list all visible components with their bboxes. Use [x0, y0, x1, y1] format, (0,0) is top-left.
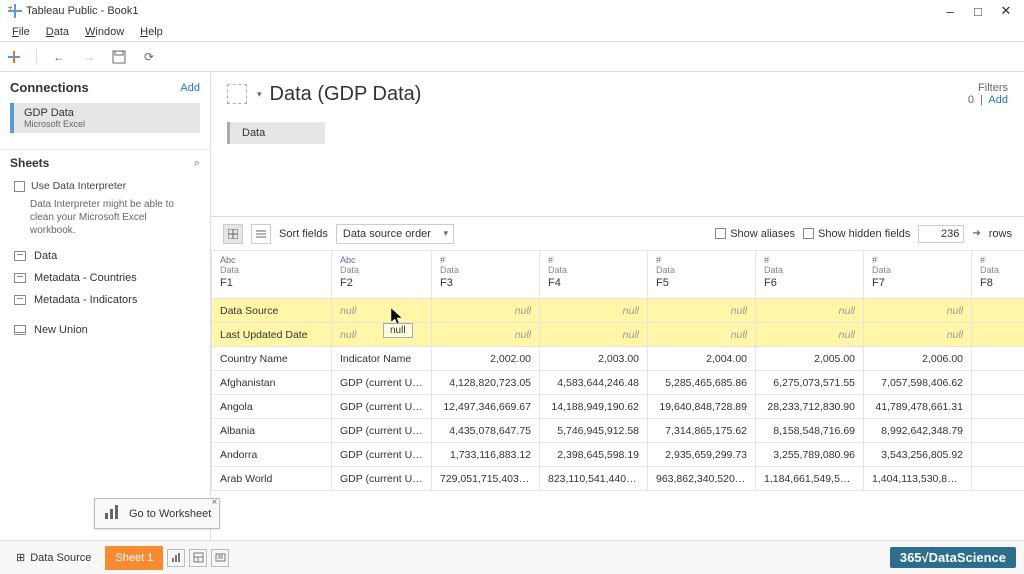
table-row[interactable]: AndorraGDP (current US$)1,733,116,883.12…	[212, 443, 1024, 467]
data-grid[interactable]: AbcDataF1AbcDataF2#DataF3#DataF4#DataF5#…	[211, 250, 1024, 540]
use-interpreter-checkbox[interactable]	[14, 181, 25, 192]
refresh-icon[interactable]: ⟳	[141, 49, 157, 65]
sheets-label: Sheets	[10, 156, 49, 170]
maximize-button[interactable]: □	[964, 4, 992, 19]
sort-order-select[interactable]: Data source order	[336, 224, 454, 244]
table-row[interactable]: AlbaniaGDP (current US$)4,435,078,647.75…	[212, 419, 1024, 443]
toolbar: ← → ⟳	[0, 42, 1024, 72]
rows-label: rows	[989, 228, 1012, 240]
union-icon	[14, 325, 26, 335]
go-to-worksheet-callout[interactable]: Go to Worksheet ×	[94, 498, 220, 529]
minimize-button[interactable]: –	[936, 4, 964, 19]
list-view-button[interactable]	[251, 224, 271, 244]
filters-count: 0	[968, 94, 974, 106]
watermark: 365√DataScience	[890, 547, 1016, 568]
show-aliases-checkbox[interactable]	[715, 228, 726, 239]
column-header-f1[interactable]: AbcDataF1	[212, 251, 332, 299]
connections-label: Connections	[10, 80, 89, 95]
bottom-tabs: ⊞Data Source Sheet 1	[0, 540, 1024, 574]
show-aliases-label: Show aliases	[730, 228, 795, 240]
column-header-f4[interactable]: #DataF4	[540, 251, 648, 299]
forward-icon[interactable]: →	[81, 49, 97, 65]
column-header-f3[interactable]: #DataF3	[432, 251, 540, 299]
interpreter-desc: Data Interpreter might be able to clean …	[0, 196, 210, 245]
show-hidden-checkbox[interactable]	[803, 228, 814, 239]
go-to-worksheet-label: Go to Worksheet	[129, 508, 211, 520]
add-connection-button[interactable]: Add	[180, 82, 200, 94]
add-filter-button[interactable]: Add	[988, 94, 1008, 106]
table-row[interactable]: Country NameIndicator Name2,002.002,003.…	[212, 347, 1024, 371]
data-table-pill[interactable]: Data	[227, 122, 325, 144]
search-sheets-icon[interactable]: ⌕	[194, 157, 200, 170]
save-icon[interactable]	[111, 49, 127, 65]
column-header-f2[interactable]: AbcDataF2	[332, 251, 432, 299]
app-logo-icon	[8, 4, 22, 18]
filters-panel: Filters 0 | Add	[968, 82, 1008, 106]
new-worksheet-button[interactable]	[167, 549, 185, 567]
table-row[interactable]: Arab WorldGDP (current US$)729,051,715,4…	[212, 467, 1024, 491]
new-dashboard-button[interactable]	[189, 549, 207, 567]
caret-icon[interactable]: ▾	[257, 89, 262, 100]
sheet-item-data[interactable]: Data	[0, 245, 210, 267]
sheet-icon	[14, 273, 26, 283]
menu-data[interactable]: Data	[38, 26, 77, 38]
sidebar: Connections Add GDP Data Microsoft Excel…	[0, 72, 211, 540]
column-header-f7[interactable]: #DataF7	[864, 251, 972, 299]
sheet-item-countries[interactable]: Metadata - Countries	[0, 267, 210, 289]
sheet-item-indicators[interactable]: Metadata - Indicators	[0, 289, 210, 311]
grid-toolbar: Sort fields Data source order Show alias…	[211, 216, 1024, 250]
menu-bar: File Data Window Help	[0, 22, 1024, 42]
tableau-icon[interactable]	[6, 49, 22, 65]
sheet-icon	[14, 295, 26, 305]
connection-name: GDP Data	[24, 107, 190, 119]
table-row[interactable]: AfghanistanGDP (current US$)4,128,820,72…	[212, 371, 1024, 395]
back-icon[interactable]: ←	[51, 49, 67, 65]
close-button[interactable]: ✕	[992, 3, 1020, 19]
tab-sheet1[interactable]: Sheet 1	[105, 546, 163, 570]
filters-label: Filters	[968, 82, 1008, 94]
table-row[interactable]: Data Sourcenullnullnullnullnullnull	[212, 299, 1024, 323]
new-union-button[interactable]: New Union	[0, 319, 210, 341]
table-row[interactable]: Last Updated Datenullnullnullnullnullnul…	[212, 323, 1024, 347]
window-title: Tableau Public - Book1	[26, 5, 936, 17]
sort-fields-label: Sort fields	[279, 228, 328, 240]
tab-data-source[interactable]: ⊞Data Source	[6, 545, 101, 570]
rows-arrow-icon[interactable]: ➔	[972, 228, 980, 239]
column-header-f8[interactable]: #DataF8	[972, 251, 1024, 299]
rows-input[interactable]: 236	[918, 225, 964, 243]
new-story-button[interactable]	[211, 549, 229, 567]
datasource-tab-icon: ⊞	[16, 551, 25, 564]
menu-help[interactable]: Help	[132, 26, 171, 38]
column-header-f6[interactable]: #DataF6	[756, 251, 864, 299]
join-canvas[interactable]: Data	[211, 116, 1024, 216]
menu-file[interactable]: File	[4, 26, 38, 38]
close-callout-icon[interactable]: ×	[212, 497, 218, 508]
use-interpreter-label: Use Data Interpreter	[31, 180, 126, 192]
show-hidden-label: Show hidden fields	[818, 228, 910, 240]
mouse-cursor	[391, 308, 405, 329]
table-row[interactable]: AngolaGDP (current US$)12,497,346,669.67…	[212, 395, 1024, 419]
connection-item[interactable]: GDP Data Microsoft Excel	[10, 103, 200, 133]
connection-type: Microsoft Excel	[24, 119, 190, 129]
datasource-logo-icon	[227, 84, 247, 104]
menu-window[interactable]: Window	[77, 26, 132, 38]
column-header-f5[interactable]: #DataF5	[648, 251, 756, 299]
grid-view-button[interactable]	[223, 224, 243, 244]
worksheet-icon	[103, 503, 121, 524]
sheet-icon	[14, 251, 26, 261]
datasource-title: Data (GDP Data)	[270, 83, 968, 106]
